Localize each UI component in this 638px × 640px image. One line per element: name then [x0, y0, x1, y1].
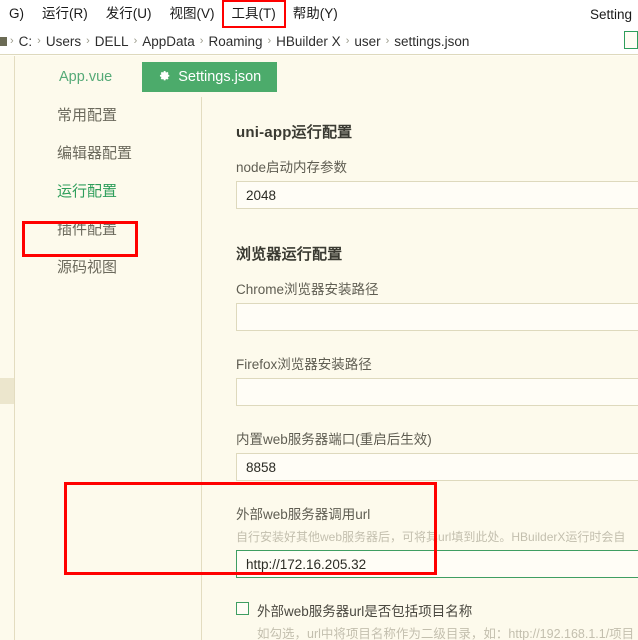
field-external-web-url: 外部web服务器调用url 自行安装好其他web服务器后，可将其url填到此处。… — [236, 503, 638, 578]
field-firefox-path-label: Firefox浏览器安装路径 — [236, 357, 372, 372]
menu-item-help[interactable]: 帮助(Y) — [284, 3, 347, 25]
field-node-memory-input[interactable]: 2048 — [236, 181, 638, 209]
menu-item-0[interactable]: G) — [0, 3, 33, 25]
breadcrumb-action-box[interactable] — [624, 31, 638, 49]
tab-settings-json-label: Settings.json — [178, 68, 262, 85]
gear-icon — [158, 70, 171, 83]
field-firefox-path: Firefox浏览器安装路径 — [236, 353, 638, 406]
field-builtin-web-port-input[interactable]: 8858 — [236, 453, 638, 481]
menu-item-view[interactable]: 视图(V) — [161, 3, 224, 25]
field-builtin-web-port: 内置web服务器端口(重启后生效) 8858 — [236, 428, 638, 481]
menu-item-0-label: G) — [9, 6, 24, 21]
sidebar-item-plugin-config[interactable]: 插件配置 — [15, 211, 201, 249]
breadcrumb-item-settings-json[interactable]: settings.json — [390, 34, 473, 49]
menu-bar: G) 运行(R) 发行(U) 视图(V) 工具(T) 帮助(Y) Setting — [0, 0, 638, 28]
menu-item-tools[interactable]: 工具(T) — [221, 0, 286, 28]
field-chrome-path-label: Chrome浏览器安装路径 — [236, 282, 379, 297]
tab-settings-json[interactable]: Settings.json — [142, 61, 278, 92]
breadcrumb-item-user[interactable]: user — [350, 34, 384, 49]
sidebar-item-run-config-label: 运行配置 — [57, 183, 118, 200]
sidebar-item-run-config[interactable]: 运行配置 — [15, 173, 201, 211]
tab-strip: App.vue Settings.json — [15, 56, 638, 97]
menu-item-run[interactable]: 运行(R) — [33, 3, 97, 25]
menu-item-view-label: 视图(V) — [169, 6, 215, 21]
breadcrumb: › C: › Users › DELL › AppData › Roaming … — [0, 28, 638, 55]
field-external-web-url-label: 外部web服务器调用url — [236, 507, 371, 522]
settings-panel: App.vue Settings.json 常用配置 编辑器配置 运行配置 插件… — [15, 56, 638, 640]
field-chrome-path-input[interactable] — [236, 303, 638, 331]
breadcrumb-item-roaming[interactable]: Roaming — [204, 34, 266, 49]
menu-item-run-label: 运行(R) — [42, 6, 88, 21]
sidebar-item-plugin-config-label: 插件配置 — [57, 221, 118, 238]
breadcrumb-item-users[interactable]: Users — [42, 34, 85, 49]
breadcrumb-item-dell[interactable]: DELL — [91, 34, 133, 49]
editor-body: App.vue Settings.json 常用配置 编辑器配置 运行配置 插件… — [0, 56, 638, 640]
field-firefox-path-input[interactable] — [236, 378, 638, 406]
menu-item-help-label: 帮助(Y) — [292, 6, 338, 21]
sidebar-item-editor-config-label: 编辑器配置 — [57, 145, 133, 162]
settings-sidebar: 常用配置 编辑器配置 运行配置 插件配置 源码视图 — [15, 97, 201, 640]
checkbox-text-group: 外部web服务器url是否包括项目名称 如勾选，url中将项目名称作为二级目录，… — [257, 600, 634, 640]
settings-content: uni-app运行配置 node启动内存参数 2048 浏览器运行配置 Chro… — [202, 97, 638, 640]
sidebar-item-common-config-label: 常用配置 — [57, 107, 118, 124]
sidebar-item-source-view-label: 源码视图 — [57, 259, 118, 276]
menu-item-publish-label: 发行(U) — [105, 6, 152, 21]
checkbox-include-project-name-label: 外部web服务器url是否包括项目名称 — [257, 604, 473, 619]
menu-item-tools-label: 工具(T) — [231, 6, 276, 21]
sidebar-item-source-view[interactable]: 源码视图 — [15, 249, 201, 287]
breadcrumb-item-appdata[interactable]: AppData — [138, 34, 199, 49]
checkbox-include-project-name-sub: 如勾选，url中将项目名称作为二级目录，如：http://192.168.1.1… — [257, 627, 635, 640]
breadcrumb-item-c[interactable]: C: — [15, 34, 37, 49]
field-external-web-url-hint: 自行安装好其他web服务器后，可将其url填到此处。HBuilderX运行时会自 — [236, 530, 626, 544]
left-scrollbar-track[interactable] — [0, 56, 14, 640]
field-chrome-path: Chrome浏览器安装路径 — [236, 278, 638, 331]
section-title-uniapp: uni-app运行配置 — [236, 124, 353, 141]
sidebar-item-common-config[interactable]: 常用配置 — [15, 97, 201, 135]
tab-app-vue[interactable]: App.vue — [45, 63, 126, 91]
breadcrumb-root-icon — [0, 36, 7, 46]
window-title-partial: Setting — [590, 6, 633, 22]
left-scrollbar-thumb[interactable] — [0, 378, 14, 404]
menu-item-publish[interactable]: 发行(U) — [97, 3, 161, 25]
section-title-browser: 浏览器运行配置 — [236, 246, 343, 263]
checkbox-row-include-project-name[interactable]: 外部web服务器url是否包括项目名称 如勾选，url中将项目名称作为二级目录，… — [236, 600, 638, 640]
field-node-memory: node启动内存参数 2048 — [236, 156, 638, 209]
breadcrumb-item-hbuilderx[interactable]: HBuilder X — [272, 34, 345, 49]
field-builtin-web-port-label: 内置web服务器端口(重启后生效) — [236, 432, 432, 447]
field-external-web-url-input[interactable]: http://172.16.205.32 — [236, 550, 638, 578]
tab-app-vue-label: App.vue — [59, 68, 113, 85]
field-node-memory-label: node启动内存参数 — [236, 160, 348, 175]
app-window: G) 运行(R) 发行(U) 视图(V) 工具(T) 帮助(Y) Setting… — [0, 0, 638, 640]
sidebar-item-editor-config[interactable]: 编辑器配置 — [15, 135, 201, 173]
checkbox-include-project-name[interactable] — [236, 602, 249, 615]
